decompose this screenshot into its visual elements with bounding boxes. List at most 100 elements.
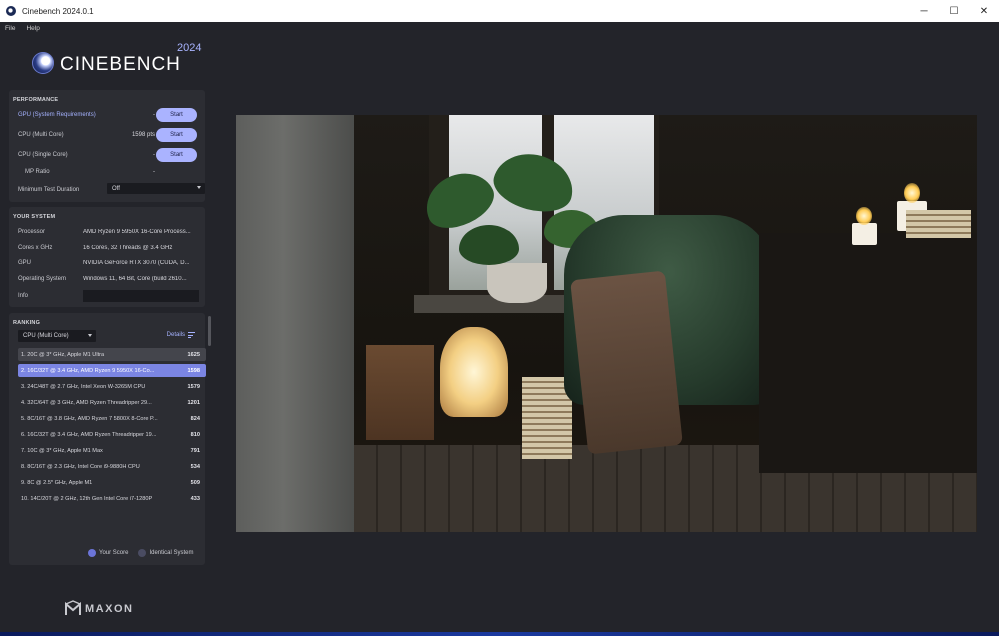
ranking-item[interactable]: 3. 24C/48T @ 2.7 GHz, Intel Xeon W-3265M…: [18, 380, 206, 393]
close-button[interactable]: ✕: [969, 0, 999, 22]
os-row: Operating System Windows 11, 64 Bit, Cor…: [18, 273, 202, 285]
min-test-duration-select[interactable]: Off: [107, 183, 205, 194]
identical-system-dot-icon: [138, 549, 147, 557]
ranking-item-name: 9. 8C @ 2.5* GHz, Apple M1: [21, 480, 93, 487]
window-controls: ─ ☐ ✕: [909, 0, 999, 22]
ranking-item-score: 824: [190, 415, 200, 422]
ranking-item[interactable]: 5. 8C/16T @ 3.8 GHz, AMD Ryzen 7 5800X 8…: [18, 412, 206, 425]
processor-label: Processor: [18, 229, 46, 235]
ranking-item-score: 509: [190, 480, 200, 487]
ranking-item-name: 2. 16C/32T @ 3.4 GHz, AMD Ryzen 9 5950X …: [21, 367, 155, 374]
ranking-item-score: 1598: [187, 367, 200, 374]
info-row: Info: [18, 290, 202, 302]
details-button[interactable]: Details: [167, 332, 195, 338]
chevron-down-icon: [88, 334, 92, 337]
cpu-single-start-button[interactable]: Start: [156, 148, 197, 162]
legend-your-score: Your Score: [99, 550, 129, 556]
gpu-test-value: -: [153, 112, 155, 118]
ranking-item[interactable]: 7. 10C @ 3* GHz, Apple M1 Max 791: [18, 445, 206, 458]
cinebench-app-icon: [6, 6, 16, 16]
ranking-item-score: 534: [190, 464, 200, 471]
performance-title: PERFORMANCE: [13, 97, 59, 103]
details-label: Details: [166, 332, 185, 338]
ranking-item-name: 6. 16C/32T @ 3.4 GHz, AMD Ryzen Threadri…: [21, 431, 157, 438]
cpu-single-label: CPU (Single Core): [18, 152, 68, 158]
info-label: Info: [18, 293, 29, 299]
processor-value: AMD Ryzen 9 5950X 16-Core Process...: [83, 229, 191, 235]
ranking-legend: Your Score Identical System: [88, 549, 194, 557]
gpu-label: GPU: [18, 260, 32, 266]
mp-ratio-row: MP Ratio -: [18, 165, 198, 179]
gpu-test-label[interactable]: GPU (System Requirements): [18, 112, 128, 118]
cpu-multi-label: CPU (Multi Core): [18, 132, 64, 138]
ranking-item-score: 791: [190, 448, 200, 455]
cpu-multi-row: CPU (Multi Core) 1598 pts Start: [18, 128, 198, 142]
info-field[interactable]: [83, 290, 199, 302]
ranking-item[interactable]: 1. 20C @ 3* GHz, Apple M1 Ultra 1625: [18, 348, 206, 361]
maxon-wordmark: MAXON: [85, 603, 134, 615]
performance-panel: PERFORMANCE GPU (System Requirements) - …: [9, 90, 205, 202]
ranking-item-name: 7. 10C @ 3* GHz, Apple M1 Max: [21, 448, 103, 455]
sidebar-scrollbar[interactable]: [208, 316, 211, 346]
system-title: YOUR SYSTEM: [13, 214, 56, 220]
ranking-item-name: 5. 8C/16T @ 3.8 GHz, AMD Ryzen 7 5800X 8…: [21, 415, 158, 422]
ranking-item[interactable]: 4. 32C/64T @ 3 GHz, AMD Ryzen Threadripp…: [18, 396, 206, 409]
gpu-row: GPU NVIDIA GeForce RTX 3070 (CUDA, D...: [18, 257, 202, 269]
ranking-item-score: 1625: [187, 351, 200, 358]
window-title: Cinebench 2024.0.1: [22, 6, 94, 16]
ranking-list: 1. 20C @ 3* GHz, Apple M1 Ultra 1625 2. …: [18, 348, 206, 509]
unrendered-bucket-area: [236, 115, 354, 532]
rendered-scene-image: [354, 115, 977, 532]
ranking-item-your-score[interactable]: 2. 16C/32T @ 3.4 GHz, AMD Ryzen 9 5950X …: [18, 364, 206, 378]
chevron-down-icon: [197, 186, 201, 189]
min-test-duration-value: Off: [112, 185, 120, 192]
mp-ratio-label: MP Ratio: [25, 169, 50, 175]
cinebench-logo: CINEBENCH 2024: [32, 42, 212, 78]
ranking-title: RANKING: [13, 320, 41, 326]
gpu-start-button[interactable]: Start: [156, 108, 197, 122]
os-value: Windows 11, 64 Bit, Core (build 2610...: [83, 276, 187, 282]
mp-ratio-value: -: [153, 169, 155, 175]
desktop-taskbar-edge: [0, 632, 999, 636]
your-score-dot-icon: [88, 549, 96, 557]
system-panel: YOUR SYSTEM Processor AMD Ryzen 9 5950X …: [9, 207, 205, 307]
ranking-panel: RANKING CPU (Multi Core) Details 1. 20C …: [9, 313, 206, 565]
logo-year: 2024: [177, 42, 202, 54]
os-label: Operating System: [18, 276, 67, 282]
ranking-item[interactable]: 10. 14C/20T @ 2 GHz, 12th Gen Intel Core…: [18, 493, 206, 506]
gpu-value: NVIDIA GeForce RTX 3070 (CUDA, D...: [83, 260, 190, 266]
cpu-multi-start-button[interactable]: Start: [156, 128, 197, 142]
legend-identical-system: Identical System: [149, 550, 194, 556]
render-viewport: [236, 115, 977, 532]
menu-file[interactable]: File: [5, 25, 15, 32]
ranking-item-name: 1. 20C @ 3* GHz, Apple M1 Ultra: [21, 351, 105, 358]
min-test-duration-row: Minimum Test Duration Off: [18, 183, 205, 197]
ranking-item[interactable]: 6. 16C/32T @ 3.4 GHz, AMD Ryzen Threadri…: [18, 428, 206, 441]
ranking-item-score: 1579: [187, 383, 200, 390]
cpu-multi-value: 1598 pts: [131, 132, 155, 138]
ranking-item-score: 810: [190, 431, 200, 438]
cores-label: Cores x GHz: [18, 245, 53, 251]
gpu-test-row: GPU (System Requirements) - Start: [18, 108, 198, 122]
menu-bar: File Help: [0, 22, 999, 35]
cpu-single-value: -: [153, 152, 155, 158]
minimize-button[interactable]: ─: [909, 0, 939, 22]
ranking-item-score: 433: [190, 496, 200, 503]
cpu-single-row: CPU (Single Core) - Start: [18, 148, 198, 162]
maxon-m-icon: [65, 600, 81, 615]
cinema4d-sphere-icon: [32, 52, 54, 74]
ranking-item-name: 8. 8C/16T @ 2.3 GHz, Intel Core i9-9880H…: [21, 464, 140, 471]
cinebench-window: Cinebench 2024.0.1 ─ ☐ ✕ File Help CINEB…: [0, 0, 999, 632]
maximize-button[interactable]: ☐: [939, 0, 969, 22]
ranking-item[interactable]: 9. 8C @ 2.5* GHz, Apple M1 509: [18, 477, 206, 490]
cores-value: 16 Cores, 32 Threads @ 3.4 GHz: [83, 245, 173, 251]
ranking-category-select[interactable]: CPU (Multi Core): [18, 330, 96, 342]
processor-row: Processor AMD Ryzen 9 5950X 16-Core Proc…: [18, 226, 202, 238]
ranking-item-name: 10. 14C/20T @ 2 GHz, 12th Gen Intel Core…: [21, 496, 153, 503]
menu-help[interactable]: Help: [26, 25, 39, 32]
ranking-item[interactable]: 8. 8C/16T @ 2.3 GHz, Intel Core i9-9880H…: [18, 461, 206, 474]
logo-name: CINEBENCH: [60, 54, 181, 75]
ranking-item-name: 4. 32C/64T @ 3 GHz, AMD Ryzen Threadripp…: [21, 399, 152, 406]
maxon-logo: MAXON: [64, 600, 133, 618]
ranking-item-score: 1201: [187, 399, 200, 406]
